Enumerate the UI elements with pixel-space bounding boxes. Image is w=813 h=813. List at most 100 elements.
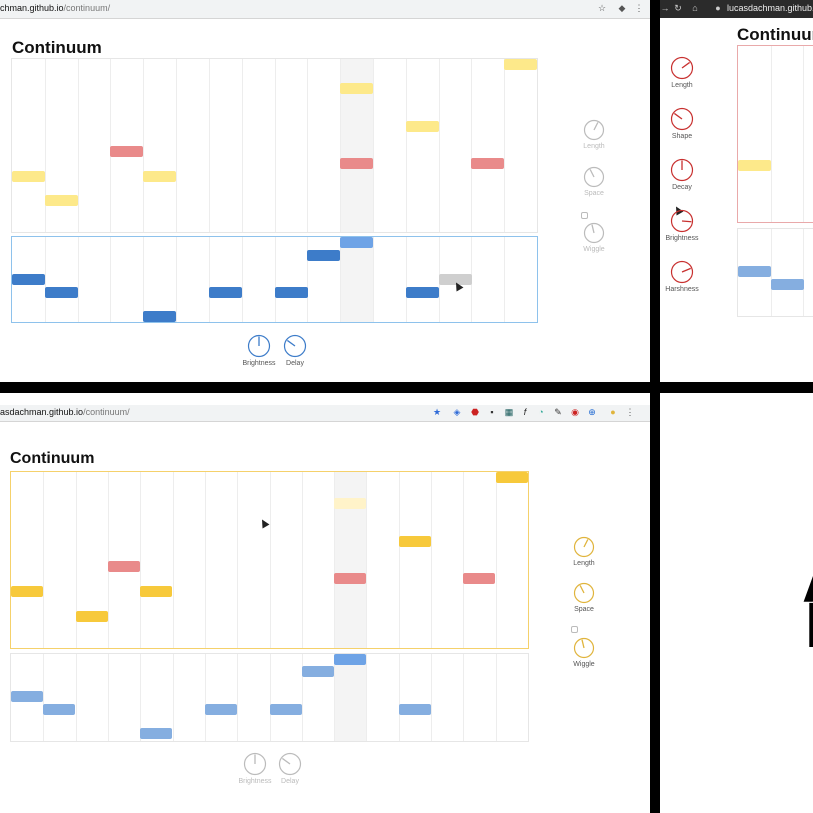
profile-avatar-icon[interactable]: ●: [608, 407, 618, 417]
knob-length[interactable]: [583, 119, 605, 141]
grid-column-line: [366, 654, 367, 741]
home-icon[interactable]: ⌂: [690, 3, 700, 13]
grid-column-line: [205, 472, 206, 648]
playhead-column: [334, 654, 366, 741]
url-host: lucasdachman.github.io: [727, 3, 813, 13]
note-block[interactable]: [406, 121, 439, 132]
bookmark-star-icon[interactable]: ★: [432, 407, 442, 417]
note-block[interactable]: [209, 287, 242, 298]
note-block[interactable]: [11, 691, 43, 702]
note-block[interactable]: [12, 274, 45, 285]
note-block[interactable]: [334, 654, 366, 665]
knob-wiggle[interactable]: [583, 222, 605, 244]
knob-decay[interactable]: [670, 158, 694, 182]
panel-top-left: chman.github.io/continuum/ ☆ ◆ ⋮ Continu…: [0, 0, 650, 382]
note-block[interactable]: [340, 237, 373, 248]
knob-space[interactable]: [583, 166, 605, 188]
forward-arrow-icon[interactable]: →: [660, 3, 670, 13]
playhead-column: [340, 237, 373, 322]
grid-column-line: [43, 654, 44, 741]
url-path: /continuum/: [83, 407, 130, 417]
note-block[interactable]: [76, 611, 108, 622]
upper-note-grid[interactable]: [11, 58, 538, 233]
note-block[interactable]: [143, 171, 176, 182]
menu-kebab-icon[interactable]: ⋮: [634, 3, 644, 13]
knob-brightness[interactable]: [670, 209, 694, 233]
note-block[interactable]: [302, 666, 334, 677]
upper-note-grid[interactable]: [737, 45, 813, 223]
knob-label: Harshness: [665, 286, 699, 293]
note-block[interactable]: [340, 158, 373, 169]
grid-column-line: [140, 472, 141, 648]
note-block[interactable]: [399, 536, 431, 547]
knob-harshness[interactable]: [670, 260, 694, 284]
note-block[interactable]: [270, 704, 302, 715]
address-bar[interactable]: chman.github.io/continuum/: [0, 3, 110, 13]
lower-note-grid[interactable]: [737, 228, 813, 317]
knob-length[interactable]: [670, 56, 694, 80]
knob-length[interactable]: [573, 536, 595, 558]
add-icon[interactable]: ⊕: [587, 407, 597, 417]
note-block[interactable]: [45, 195, 78, 206]
knob-space[interactable]: [573, 582, 595, 604]
note-block[interactable]: [399, 704, 431, 715]
grid-column-line: [439, 59, 440, 232]
translate-icon[interactable]: ◈: [452, 407, 462, 417]
note-block[interactable]: [110, 146, 143, 157]
note-block[interactable]: [307, 250, 340, 261]
knob-label: Delay: [286, 360, 304, 367]
formula-icon[interactable]: f: [520, 407, 530, 417]
address-bar[interactable]: lucasdachman.github.io: [727, 3, 813, 13]
note-block[interactable]: [504, 59, 537, 70]
note-block[interactable]: [738, 160, 771, 171]
note-block[interactable]: [334, 573, 366, 584]
note-block[interactable]: [738, 266, 771, 277]
upper-note-grid[interactable]: [10, 471, 529, 649]
toggle-checkbox[interactable]: [581, 212, 588, 219]
grid-column-line: [275, 237, 276, 322]
note-block[interactable]: [140, 728, 172, 739]
large-heading-line2: I: [805, 593, 813, 657]
adblock-icon[interactable]: ⬣: [470, 407, 480, 417]
toggle-checkbox[interactable]: [571, 626, 578, 633]
knob-delay[interactable]: [278, 752, 302, 776]
page-title: Continuum: [12, 38, 102, 57]
note-block[interactable]: [43, 704, 75, 715]
knob-shape[interactable]: [670, 107, 694, 131]
note-block[interactable]: [143, 311, 176, 322]
eyedropper-icon[interactable]: ✎: [553, 407, 563, 417]
note-block[interactable]: [771, 279, 804, 290]
note-block[interactable]: [334, 498, 366, 509]
note-block[interactable]: [406, 287, 439, 298]
note-block[interactable]: [11, 586, 43, 597]
note-block[interactable]: [140, 586, 172, 597]
grid-column-line: [302, 472, 303, 648]
knob-brightness[interactable]: [243, 752, 267, 776]
note-block[interactable]: [496, 472, 528, 483]
grid-column-line: [340, 237, 341, 322]
extension-icon[interactable]: ◆: [617, 3, 627, 13]
note-block[interactable]: [463, 573, 495, 584]
address-bar[interactable]: asdachman.github.io/continuum/: [0, 407, 130, 417]
grid-column-line: [270, 654, 271, 741]
note-block[interactable]: [12, 171, 45, 182]
knob-brightness[interactable]: [247, 334, 271, 358]
knob-wiggle[interactable]: [573, 637, 595, 659]
note-block[interactable]: [108, 561, 140, 572]
knob-label: Delay: [281, 778, 299, 785]
menu-kebab-icon[interactable]: ⋮: [625, 407, 635, 417]
note-block[interactable]: [275, 287, 308, 298]
extension-icon[interactable]: ▦: [504, 407, 514, 417]
bookmark-star-icon[interactable]: ☆: [597, 3, 607, 13]
knob-delay[interactable]: [283, 334, 307, 358]
lower-note-grid[interactable]: [10, 653, 529, 742]
note-block[interactable]: [340, 83, 373, 94]
extension-icon[interactable]: ◔: [536, 407, 546, 417]
reload-icon[interactable]: ↻: [673, 3, 683, 13]
grid-column-line: [209, 59, 210, 232]
extension-icon[interactable]: ◉: [570, 407, 580, 417]
note-block[interactable]: [471, 158, 504, 169]
note-block[interactable]: [205, 704, 237, 715]
note-block[interactable]: [45, 287, 78, 298]
extension-icon[interactable]: ▪: [487, 407, 497, 417]
